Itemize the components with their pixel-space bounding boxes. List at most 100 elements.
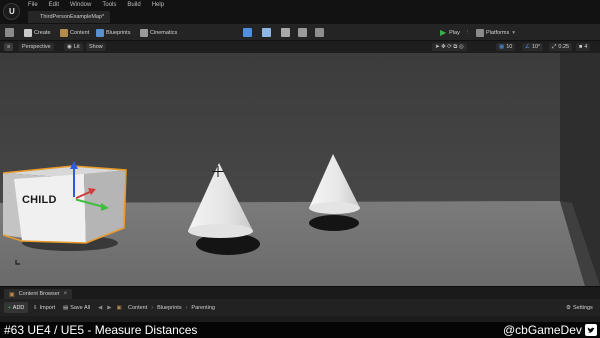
landscape-mode-icon[interactable] xyxy=(262,28,271,37)
blueprint-icon xyxy=(96,28,104,37)
menu-build[interactable]: Build xyxy=(127,1,140,9)
close-icon[interactable]: × xyxy=(64,291,68,297)
transform-tools[interactable]: ➤ ✥ ⟳ ⧉ ◎ xyxy=(432,43,467,51)
platforms-label: Platforms xyxy=(486,29,510,36)
folder-icon: ▣ xyxy=(9,291,15,298)
title-bar: U File Edit Window Tools Build Help Thir… xyxy=(0,0,600,24)
forward-arrow-icon[interactable]: ▶ xyxy=(107,305,111,311)
foliage-mode-icon[interactable] xyxy=(281,28,290,37)
clapperboard-icon xyxy=(140,28,148,37)
menu-tools[interactable]: Tools xyxy=(102,1,116,9)
lit-button[interactable]: ◉ Lit xyxy=(64,43,83,51)
mesh-paint-icon[interactable] xyxy=(298,28,307,37)
content-browser-tab[interactable]: ▣ Content Browser × xyxy=(4,289,73,299)
save-all-button[interactable]: ▤ Save All xyxy=(63,303,90,312)
import-button[interactable]: ⇩ Import xyxy=(33,303,55,312)
content-browser-toolbar: + ADD ⇩ Import ▤ Save All ◀ ▶ ▣ Content … xyxy=(0,299,600,316)
main-toolbar: Create Content Blueprints Cinematics ▶ P… xyxy=(0,24,600,41)
cinematics-label: Cinematics xyxy=(150,29,178,36)
scale-icon: ⤢ xyxy=(552,43,557,50)
caption-banner: #63 UE4 / UE5 - Measure Distances @cbGam… xyxy=(0,322,600,338)
import-label: Import xyxy=(39,304,56,311)
content-browser-tab-label: Content Browser xyxy=(18,291,60,297)
viewport-options-button[interactable]: ≡ xyxy=(4,43,14,51)
modeling-mode-icon[interactable] xyxy=(315,28,324,37)
gear-icon: ⚙ xyxy=(566,304,571,311)
back-arrow-icon[interactable]: ◀ xyxy=(98,305,102,311)
create-button[interactable]: Create xyxy=(24,27,51,38)
scale-snap-value: 0.25 xyxy=(558,44,570,50)
content-button[interactable]: Content xyxy=(60,27,89,38)
level-tab-label: ThirdPersonExampleMap* xyxy=(40,14,105,20)
content-browser-tab-bar: ▣ Content Browser × xyxy=(0,286,600,299)
play-icon: ▶ xyxy=(440,28,447,37)
create-icon xyxy=(24,28,32,37)
blueprints-button[interactable]: Blueprints xyxy=(96,27,130,38)
grid-snap-button[interactable]: ▦ 10 xyxy=(496,43,516,51)
navigation-arrows[interactable]: ◀ ▶ ▣ xyxy=(98,303,126,312)
menu-help[interactable]: Help xyxy=(152,1,164,9)
cone-left-base xyxy=(188,224,253,238)
cone-right-base xyxy=(309,202,360,214)
breadcrumb-separator-icon: › xyxy=(185,304,188,311)
camera-speed-button[interactable]: ■ 4 xyxy=(576,43,591,51)
breadcrumb-separator-icon: › xyxy=(151,304,154,311)
settings-label: Settings xyxy=(572,304,593,311)
show-button[interactable]: Show xyxy=(86,43,106,51)
angle-icon: ∠ xyxy=(525,44,530,50)
breadcrumb: Content › Blueprints › Parenting xyxy=(128,303,215,312)
play-button[interactable]: ▶ Play ⋮ xyxy=(440,27,470,38)
play-options-icon[interactable]: ⋮ xyxy=(465,30,471,36)
save-all-label: Save All xyxy=(70,304,91,311)
level-document-tab[interactable]: ThirdPersonExampleMap* xyxy=(28,11,110,23)
breadcrumb-item[interactable]: Parenting xyxy=(191,305,215,311)
plus-icon: + xyxy=(7,304,11,311)
folder-icon xyxy=(60,28,68,37)
perspective-label: Perspective xyxy=(22,44,51,50)
level-viewport[interactable]: CHILD xyxy=(0,53,600,286)
viewport-toolbar: ≡ Perspective ◉ Lit Show ➤ ✥ ⟳ ⧉ ◎ ▦ 10 … xyxy=(0,41,600,53)
sun-icon: ◉ xyxy=(67,44,72,50)
show-label: Show xyxy=(89,44,103,50)
select-mode-icon[interactable] xyxy=(243,28,252,37)
video-title: #63 UE4 / UE5 - Measure Distances xyxy=(4,323,198,337)
grid-icon: ▦ xyxy=(499,44,505,50)
content-label: Content xyxy=(70,29,90,36)
perspective-button[interactable]: Perspective xyxy=(19,43,54,51)
create-label: Create xyxy=(34,29,51,36)
cube-label-text: CHILD xyxy=(22,194,57,206)
menu-window[interactable]: Window xyxy=(70,1,91,9)
unreal-logo-icon[interactable]: U xyxy=(3,3,20,20)
save-all-icon: ▤ xyxy=(63,304,69,311)
play-label: Play xyxy=(449,29,460,36)
gizmo-center[interactable] xyxy=(72,197,76,201)
author-handle: @cbGameDev xyxy=(503,323,582,337)
rotation-snap-button[interactable]: ∠ 10° xyxy=(522,43,544,51)
add-label: ADD xyxy=(12,304,25,311)
breadcrumb-item[interactable]: Content xyxy=(128,305,147,311)
scene-render[interactable] xyxy=(0,53,600,286)
folder-icon: ▣ xyxy=(116,304,122,311)
add-button[interactable]: + ADD xyxy=(4,302,28,313)
cinematics-button[interactable]: Cinematics xyxy=(140,27,177,38)
lit-label: Lit xyxy=(73,44,80,50)
platforms-button[interactable]: Platforms ▾ xyxy=(476,27,515,38)
select-arrow-icon: ➤ ✥ ⟳ ⧉ ◎ xyxy=(435,43,464,50)
camera-speed-value: 4 xyxy=(584,44,588,50)
twitter-icon xyxy=(585,324,597,336)
settings-button[interactable]: ⚙ Settings xyxy=(566,303,593,312)
rotation-snap-value: 10° xyxy=(531,44,541,50)
blueprints-label: Blueprints xyxy=(106,29,131,36)
save-icon[interactable] xyxy=(5,28,14,37)
import-icon: ⇩ xyxy=(33,304,38,311)
platforms-icon xyxy=(476,28,484,37)
main-menu: File Edit Window Tools Build Help xyxy=(28,1,175,9)
scale-snap-button[interactable]: ⤢ 0.25 xyxy=(549,43,573,51)
chevron-down-icon: ▾ xyxy=(512,29,515,36)
camera-icon: ■ xyxy=(579,44,583,50)
cone-shadow-right xyxy=(309,215,359,231)
breadcrumb-item[interactable]: Blueprints xyxy=(157,305,181,311)
menu-file[interactable]: File xyxy=(28,1,38,9)
menu-edit[interactable]: Edit xyxy=(49,1,59,9)
grid-snap-value: 10 xyxy=(506,44,513,50)
